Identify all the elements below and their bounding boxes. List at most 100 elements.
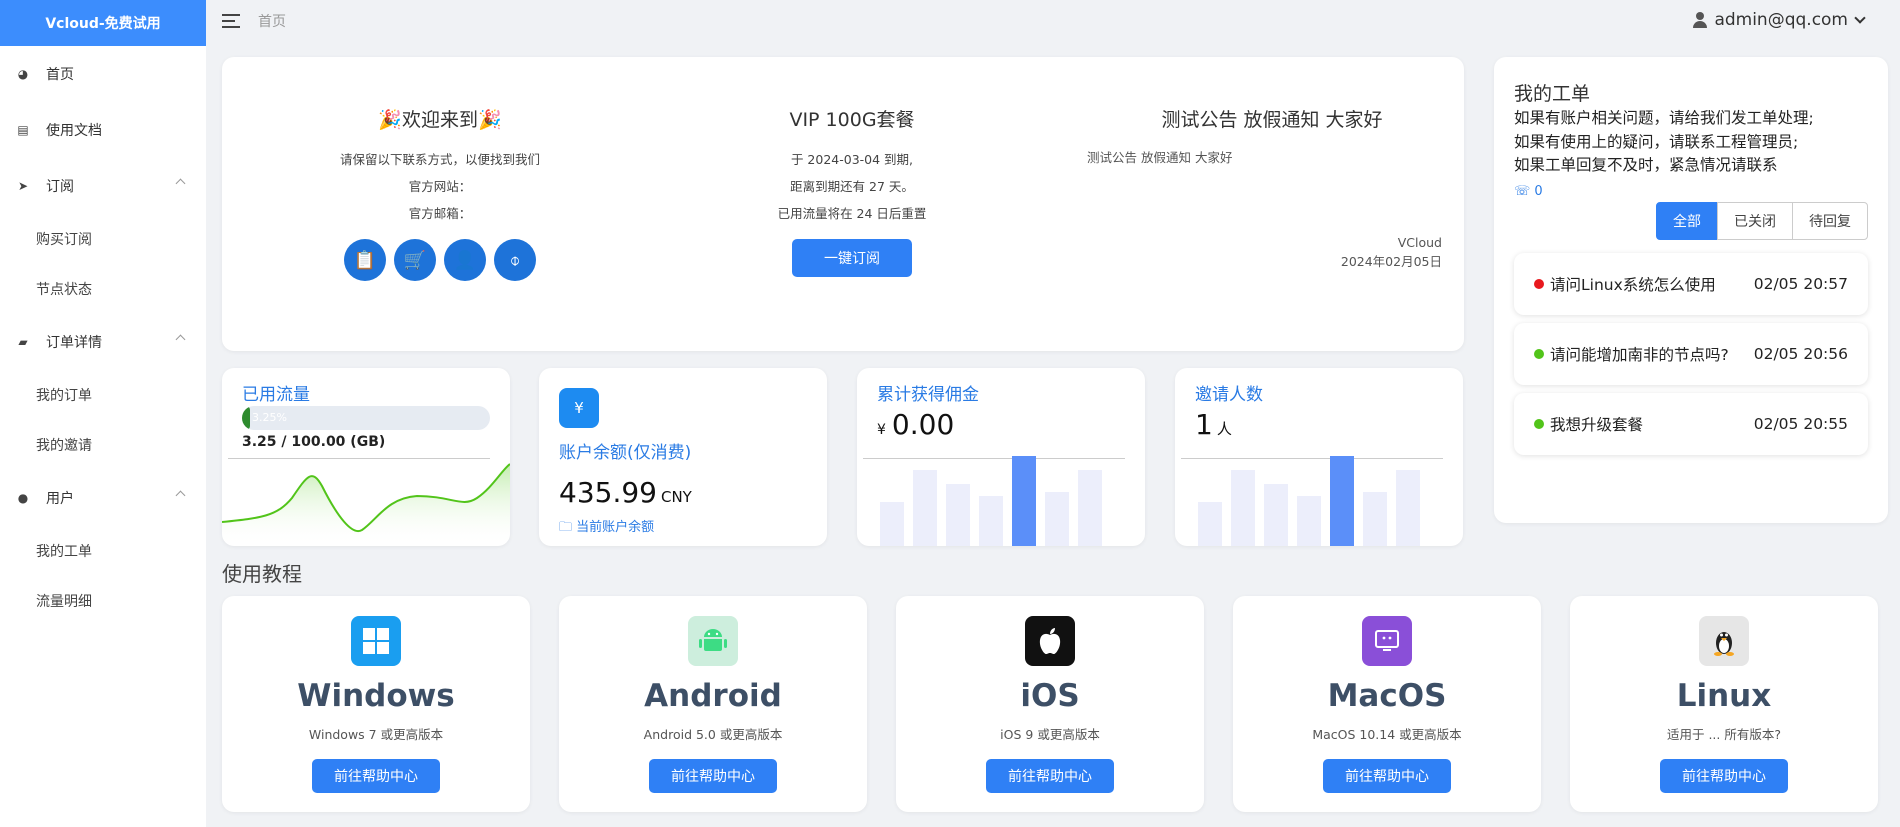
help-center-button[interactable]: 前往帮助中心 (1323, 759, 1451, 793)
balance-value: 435.99 CNY (559, 476, 692, 509)
sidebar-item-my-tickets[interactable]: 我的工单 (0, 526, 206, 576)
current-balance-label: 当前账户余额 (576, 520, 655, 535)
notice-body: 测试公告 放假通知 大家好 (1087, 150, 1233, 165)
commission-bar-chart (880, 456, 1102, 546)
tutorial-card-ios: iOS iOS 9 或更高版本 前往帮助中心 (896, 596, 1204, 812)
sidebar-item-my-invites[interactable]: 我的邀请 (0, 420, 206, 470)
sidebar-item-node-status[interactable]: 节点状态 (0, 264, 206, 314)
sidebar-item-traffic-detail[interactable]: 流量明细 (0, 576, 206, 626)
invites-bar-chart (1198, 456, 1420, 546)
ticket-row[interactable]: 请问Linux系统怎么使用 02/05 20:57 (1514, 253, 1868, 315)
balance-label: 账户余额(仅消费) (559, 443, 692, 463)
plan-title: VIP 100G套餐 (789, 109, 915, 131)
tutorial-card-macos: MacOS MacOS 10.14 或更高版本 前往帮助中心 (1233, 596, 1541, 812)
phone-contact[interactable]: ☏ 0 (1514, 184, 1543, 199)
welcome-text: 请保留以下联系方式，以便找到我们 (339, 152, 540, 167)
add-user-icon[interactable]: 👤 (444, 239, 486, 281)
tickets-description: 如果有账户相关问题，请给我们发工单处理; 如果有使用上的疑问，请联系工程管理员;… (1514, 107, 1814, 178)
ticket-title: 请问能增加南非的节点吗? (1550, 346, 1729, 364)
balance-unit: CNY (660, 488, 692, 506)
plan-section: VIP 100G套餐 于 2024-03-04 到期, 距离到期还有 27 天。… (702, 105, 1002, 277)
sidebar: Vcloud-免费试用 ◕ 首页 ▤ 使用文档 ➤ 订阅 购买订阅 节点状态 ▰… (0, 0, 206, 827)
current-balance-link[interactable]: 🗀 当前账户余额 (559, 516, 654, 540)
ticket-time: 02/05 20:57 (1753, 275, 1848, 293)
menu-toggle-icon[interactable] (222, 14, 240, 28)
chevron-up-icon (175, 178, 186, 189)
os-name: Android (644, 678, 782, 714)
notice-author: VCloud (1397, 235, 1442, 250)
os-version: iOS 9 或更高版本 (1000, 727, 1100, 742)
commission-label: 累计获得佣金 (877, 385, 979, 405)
status-dot (1534, 279, 1544, 289)
balance-amount: 435.99 (559, 476, 657, 509)
android-icon (688, 616, 738, 666)
welcome-title: 🎉欢迎来到🎉 (378, 109, 502, 131)
tickets-title: 我的工单 (1514, 83, 1591, 105)
tutorial-card-android: Android Android 5.0 或更高版本 前往帮助中心 (559, 596, 867, 812)
brand-logo[interactable]: Vcloud-免费试用 (0, 0, 206, 46)
contact-buttons: 📋 🛒 👤 ⌽ (312, 239, 568, 281)
sidebar-item-label: 用户 (46, 491, 74, 507)
git-commit-icon[interactable]: ⌽ (494, 239, 536, 281)
commission-value: ¥0.00 (877, 408, 954, 441)
ticket-time: 02/05 20:55 (1753, 415, 1848, 433)
tab-closed[interactable]: 已关闭 (1717, 202, 1793, 240)
apple-icon (1025, 616, 1075, 666)
help-center-button[interactable]: 前往帮助中心 (312, 759, 440, 793)
top-bar: 首页 admin@qq.com (206, 0, 1900, 42)
traffic-card: 已用流量 3.25% 3.25 / 100.00 (GB) (222, 368, 510, 546)
sidebar-item-label: 订单详情 (46, 335, 102, 351)
os-name: iOS (1020, 678, 1080, 714)
invites-unit: 人 (1216, 420, 1232, 438)
os-name: Linux (1676, 678, 1772, 714)
tickets-desc-line: 如果有账户相关问题，请给我们发工单处理; (1514, 109, 1814, 127)
phone-count: 0 (1534, 184, 1543, 199)
sidebar-item-user[interactable]: ● 用户 (0, 470, 206, 526)
sidebar-item-label: 首页 (46, 67, 74, 83)
currency-symbol: ¥ (877, 422, 886, 438)
chevron-up-icon (175, 334, 186, 345)
sidebar-item-buy-subscription[interactable]: 购买订阅 (0, 214, 206, 264)
breadcrumb[interactable]: 首页 (258, 11, 286, 31)
sidebar-item-subscribe[interactable]: ➤ 订阅 (0, 158, 206, 214)
help-center-button[interactable]: 前往帮助中心 (986, 759, 1114, 793)
notice-signature: VCloud 2024年02月05日 (1341, 233, 1442, 271)
help-center-button[interactable]: 前往帮助中心 (649, 759, 777, 793)
subscribe-button[interactable]: 一键订阅 (792, 239, 912, 277)
macos-icon (1362, 616, 1412, 666)
help-center-button[interactable]: 前往帮助中心 (1660, 759, 1788, 793)
tutorial-section-title: 使用教程 (222, 562, 302, 586)
tickets-card: 我的工单 如果有账户相关问题，请给我们发工单处理; 如果有使用上的疑问，请联系工… (1494, 57, 1888, 523)
status-dot (1534, 419, 1544, 429)
traffic-value: 3.25 / 100.00 (GB) (242, 434, 386, 450)
user-menu[interactable]: admin@qq.com (1692, 10, 1866, 30)
sidebar-item-docs[interactable]: ▤ 使用文档 (0, 102, 206, 158)
tutorial-card-windows: Windows Windows 7 或更高版本 前往帮助中心 (222, 596, 530, 812)
ticket-title: 请问Linux系统怎么使用 (1550, 276, 1716, 294)
dashboard-icon: ◕ (17, 67, 29, 81)
ticket-row[interactable]: 请问能增加南非的节点吗? 02/05 20:56 (1514, 323, 1868, 385)
windows-icon (351, 616, 401, 666)
notice-title[interactable]: 测试公告 放假通知 大家好 (1122, 105, 1422, 132)
sidebar-item-label: 订阅 (46, 179, 74, 195)
os-version: 适用于 ... 所有版本? (1666, 727, 1781, 742)
traffic-percent: 3.25% (252, 411, 287, 424)
clipboard-icon[interactable]: 📋 (344, 239, 386, 281)
tab-pending[interactable]: 待回复 (1792, 202, 1868, 240)
tab-all[interactable]: 全部 (1656, 202, 1718, 240)
paper-plane-icon: ➤ (17, 179, 29, 193)
tutorial-card-linux: Linux 适用于 ... 所有版本? 前往帮助中心 (1570, 596, 1878, 812)
traffic-label: 已用流量 (242, 385, 310, 405)
sidebar-item-home[interactable]: ◕ 首页 (0, 46, 206, 102)
plan-reset: 已用流量将在 24 日后重置 (777, 206, 927, 221)
traffic-progress-fill (242, 406, 251, 430)
official-email: 官方邮箱： (408, 206, 472, 221)
sidebar-item-orders[interactable]: ▰ 订单详情 (0, 314, 206, 370)
money-bag-icon: ¥ (559, 388, 599, 428)
notice-date: 2024年02月05日 (1340, 254, 1442, 269)
sidebar-item-my-orders[interactable]: 我的订单 (0, 370, 206, 420)
invites-value: 1人 (1195, 408, 1232, 441)
commission-amount: 0.00 (891, 408, 955, 441)
ticket-row[interactable]: 我想升级套餐 02/05 20:55 (1514, 393, 1868, 455)
cart-icon[interactable]: 🛒 (394, 239, 436, 281)
